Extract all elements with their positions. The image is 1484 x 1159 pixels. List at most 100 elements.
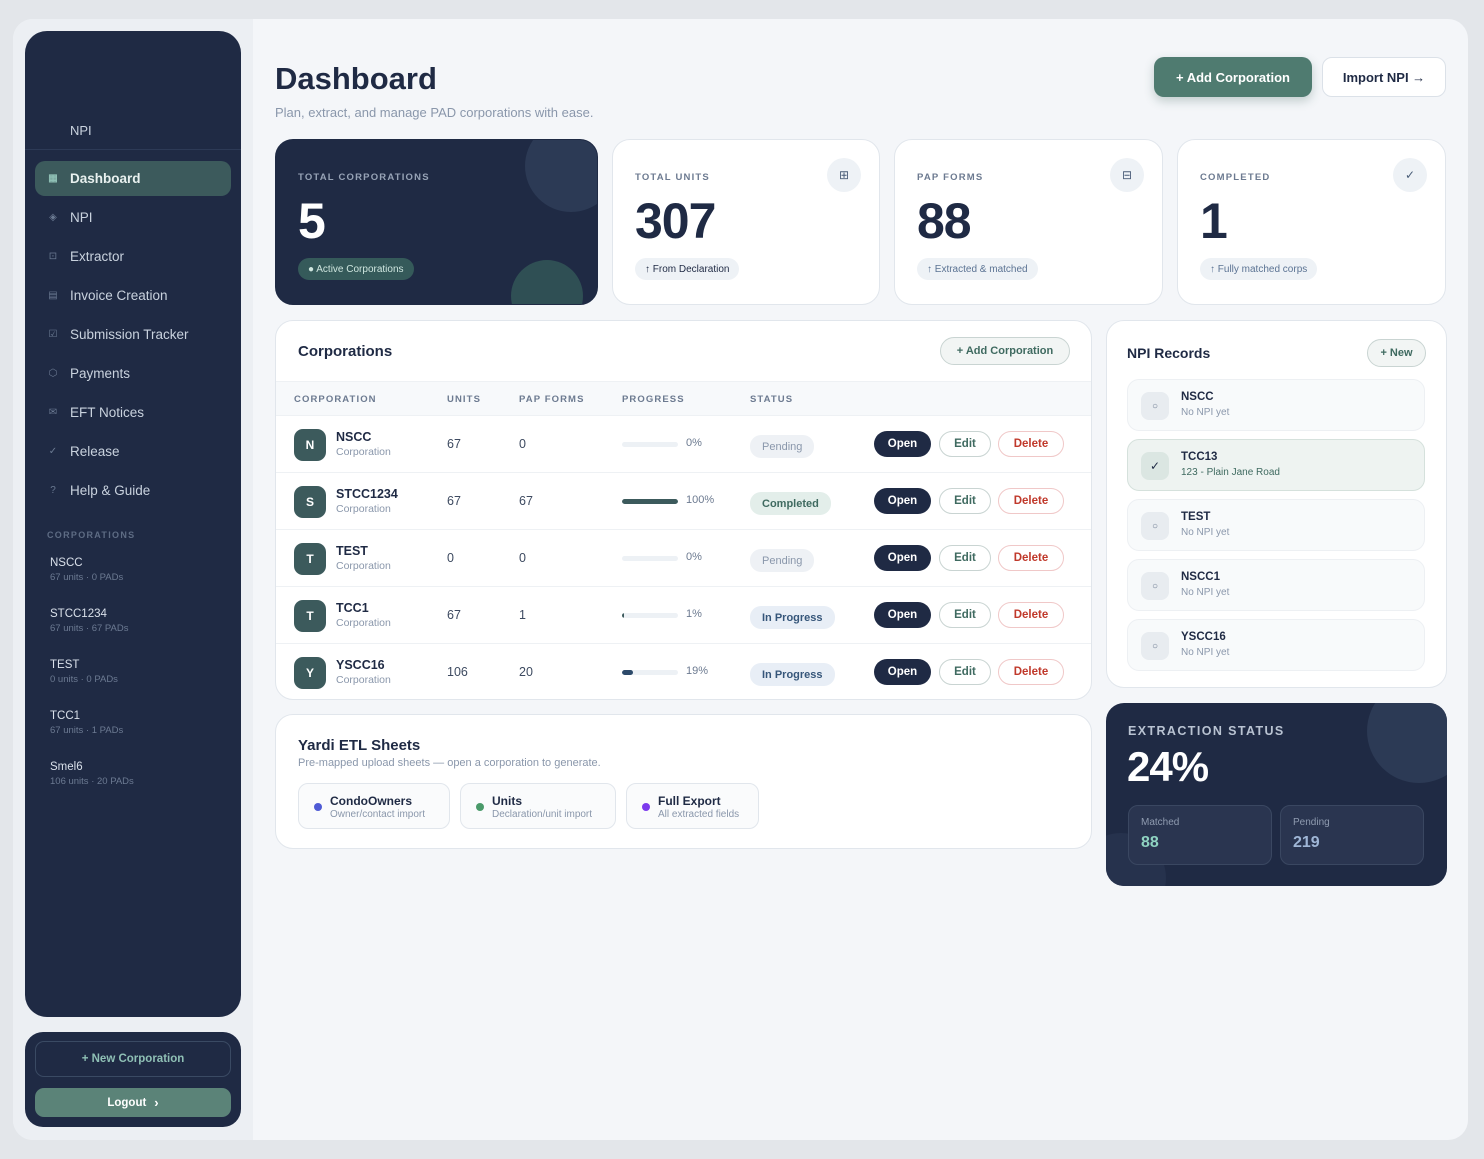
npi-record-item[interactable]: ○ YSCC16 No NPI yet bbox=[1127, 619, 1425, 671]
table-row: Y YSCC16 Corporation 106 20 19% In Progress Ope… bbox=[276, 644, 1091, 699]
sidebar-nav: ▦ Dashboard ◈ NPI ⊡ Extractor ▤ Invoice Creatio… bbox=[35, 161, 231, 512]
import-npi-button[interactable]: Import NPI → bbox=[1322, 57, 1446, 97]
edit-button[interactable]: Edit bbox=[939, 431, 991, 457]
sidebar-corporation-item[interactable]: TEST 0 units · 0 PADs bbox=[50, 653, 230, 704]
sidebar-corporation-item[interactable]: Smel6 106 units · 20 PADs bbox=[50, 755, 230, 806]
sidebar-item-help-guide[interactable]: ? Help & Guide bbox=[35, 473, 231, 508]
extraction-label: EXTRACTION STATUS bbox=[1128, 724, 1285, 738]
stat-card-pap-forms: PAP FORMS ⊟ 88 ↑ Extracted & matched bbox=[894, 139, 1163, 305]
npi-record-item[interactable]: ✓ TCC13 123 - Plain Jane Road bbox=[1127, 439, 1425, 491]
delete-button[interactable]: Delete bbox=[998, 602, 1064, 628]
sidebar-item-label: Help & Guide bbox=[70, 483, 151, 498]
corporation-meta: 106 units · 20 PADs bbox=[50, 776, 134, 787]
status-badge: Completed bbox=[750, 492, 831, 515]
npi-record-name: YSCC16 bbox=[1181, 631, 1226, 643]
pap-forms-value: 1 bbox=[519, 608, 526, 622]
progress-fill bbox=[622, 670, 633, 675]
sidebar-corporation-item[interactable]: NSCC 67 units · 0 PADs bbox=[50, 551, 230, 602]
stat-label: TOTAL CORPORATIONS bbox=[298, 172, 430, 183]
npi-record-sub: No NPI yet bbox=[1181, 587, 1230, 598]
progress-bar bbox=[622, 670, 678, 675]
circle-icon: ○ bbox=[1141, 632, 1169, 660]
avatar: S bbox=[294, 486, 326, 518]
etl-sheet-units[interactable]: Units Declaration/unit import bbox=[460, 783, 616, 829]
etl-sheet-full-export[interactable]: Full Export All extracted fields bbox=[626, 783, 759, 829]
extraction-value: 24% bbox=[1127, 743, 1209, 790]
sidebar-item-release[interactable]: ✓ Release bbox=[35, 434, 231, 469]
stat-label: PAP FORMS bbox=[917, 172, 984, 183]
sidebar-item-eft-notices[interactable]: ✉ EFT Notices bbox=[35, 395, 231, 430]
new-npi-button[interactable]: + New bbox=[1367, 339, 1426, 367]
open-button[interactable]: Open bbox=[874, 431, 931, 457]
color-dot bbox=[642, 803, 650, 811]
sidebar-item-label: Release bbox=[70, 444, 120, 459]
sidebar-item-extractor[interactable]: ⊡ Extractor bbox=[35, 239, 231, 274]
sidebar-item-label: Submission Tracker bbox=[70, 327, 189, 342]
stat-card-completed: COMPLETED ✓ 1 ↑ Fully matched corps bbox=[1177, 139, 1446, 305]
delete-button[interactable]: Delete bbox=[998, 545, 1064, 571]
sidebar-item-invoice-creation[interactable]: ▤ Invoice Creation bbox=[35, 278, 231, 313]
pap-forms-value: 67 bbox=[519, 494, 533, 508]
section-label-corporations: CORPORATIONS bbox=[47, 530, 136, 540]
edit-button[interactable]: Edit bbox=[939, 488, 991, 514]
circle-icon: ○ bbox=[1141, 512, 1169, 540]
corporation-name: TCC1 bbox=[336, 601, 369, 615]
corporation-name: TEST bbox=[336, 544, 368, 558]
add-corporation-button[interactable]: + Add Corporation bbox=[1154, 57, 1312, 97]
edit-button[interactable]: Edit bbox=[939, 602, 991, 628]
corporation-type: Corporation bbox=[336, 560, 391, 572]
open-button[interactable]: Open bbox=[874, 602, 931, 628]
corporation-name: STCC1234 bbox=[336, 487, 398, 501]
delete-button[interactable]: Delete bbox=[998, 488, 1064, 514]
pap-forms-value: 20 bbox=[519, 665, 533, 679]
panel-title: Yardi ETL Sheets bbox=[298, 737, 421, 754]
logout-button[interactable]: Logout › bbox=[35, 1088, 231, 1117]
sidebar-corporation-list: NSCC 67 units · 0 PADs STCC1234 67 units · … bbox=[50, 551, 230, 806]
sidebar-item-npi[interactable]: ◈ NPI bbox=[35, 200, 231, 235]
sidebar-item-dashboard[interactable]: ▦ Dashboard bbox=[35, 161, 231, 196]
corporation-meta: 67 units · 67 PADs bbox=[50, 623, 129, 634]
open-button[interactable]: Open bbox=[874, 488, 931, 514]
corporation-name: NSCC bbox=[50, 557, 83, 569]
edit-button[interactable]: Edit bbox=[939, 659, 991, 685]
etl-sheet-condoowners[interactable]: CondoOwners Owner/contact import bbox=[298, 783, 450, 829]
color-dot bbox=[476, 803, 484, 811]
add-corporation-button-secondary[interactable]: + Add Corporation bbox=[940, 337, 1070, 365]
corporation-meta: 67 units · 1 PADs bbox=[50, 725, 124, 736]
pending-box: Pending 219 bbox=[1280, 805, 1424, 865]
npi-record-item[interactable]: ○ NSCC1 No NPI yet bbox=[1127, 559, 1425, 611]
release-icon: ✓ bbox=[48, 446, 58, 457]
matched-box: Matched 88 bbox=[1128, 805, 1272, 865]
delete-button[interactable]: Delete bbox=[998, 659, 1064, 685]
page-subtitle: Plan, extract, and manage PAD corporatio… bbox=[275, 105, 594, 120]
invoice-creation-icon: ▤ bbox=[48, 290, 58, 301]
yardi-etl-panel: Yardi ETL Sheets Pre-mapped upload sheet… bbox=[275, 714, 1092, 849]
open-button[interactable]: Open bbox=[874, 545, 931, 571]
corporation-meta: 0 units · 0 PADs bbox=[50, 674, 118, 685]
progress-percent: 100% bbox=[686, 494, 715, 506]
corporation-name: TCC1 bbox=[50, 710, 81, 722]
delete-button[interactable]: Delete bbox=[998, 431, 1064, 457]
extractor-icon: ⊡ bbox=[48, 251, 58, 262]
matched-value: 88 bbox=[1141, 834, 1159, 851]
sidebar-item-payments[interactable]: ⬡ Payments bbox=[35, 356, 231, 391]
corporation-name: TEST bbox=[50, 659, 80, 671]
sidebar-item-submission-tracker[interactable]: ☑ Submission Tracker bbox=[35, 317, 231, 352]
panel-title: Corporations bbox=[298, 343, 393, 360]
table-row: T TCC1 Corporation 67 1 1% In Progress Open Edit… bbox=[276, 587, 1091, 644]
column-header-progress: PROGRESS bbox=[622, 394, 685, 405]
npi-record-name: NSCC bbox=[1181, 391, 1214, 403]
stat-card-total-units: TOTAL UNITS ⊞ 307 ↑ From Declaration bbox=[612, 139, 880, 305]
open-button[interactable]: Open bbox=[874, 659, 931, 685]
avatar: Y bbox=[294, 657, 326, 689]
sidebar: NPI ▦ Dashboard ◈ NPI ⊡ Extractor ▤ Invoice Cre… bbox=[25, 31, 241, 1017]
edit-button[interactable]: Edit bbox=[939, 545, 991, 571]
npi-record-item[interactable]: ○ TEST No NPI yet bbox=[1127, 499, 1425, 551]
sidebar-corporation-item[interactable]: STCC1234 67 units · 67 PADs bbox=[50, 602, 230, 653]
sidebar-item-label: EFT Notices bbox=[70, 405, 145, 420]
new-corporation-button[interactable]: + New Corporation bbox=[35, 1041, 231, 1077]
avatar: N bbox=[294, 429, 326, 461]
sidebar-item-label: Extractor bbox=[70, 249, 125, 264]
sidebar-corporation-item[interactable]: TCC1 67 units · 1 PADs bbox=[50, 704, 230, 755]
npi-record-item[interactable]: ○ NSCC No NPI yet bbox=[1127, 379, 1425, 431]
